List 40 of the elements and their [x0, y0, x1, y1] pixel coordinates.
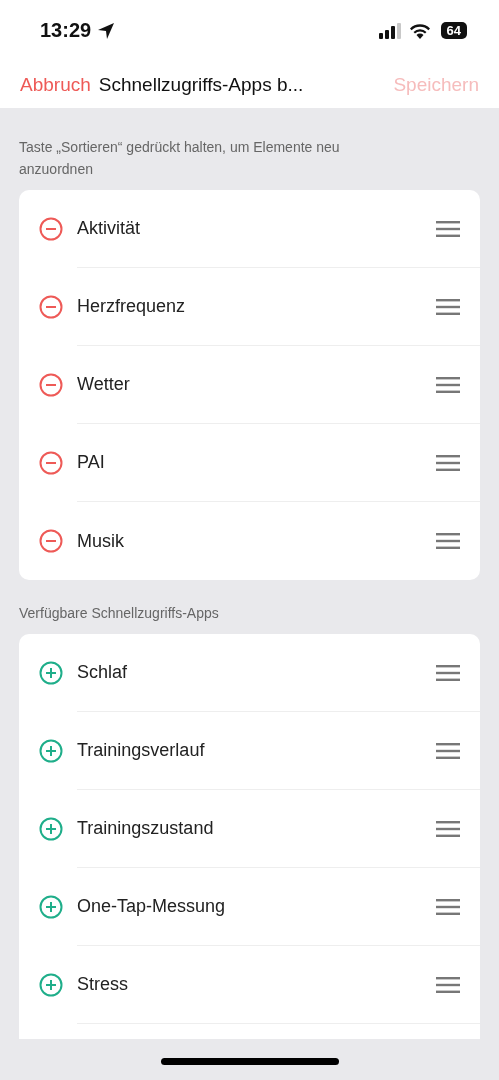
drag-handle-icon[interactable]: [436, 664, 460, 681]
drag-handle-icon[interactable]: [436, 220, 460, 237]
remove-icon[interactable]: [39, 295, 63, 320]
drag-handle-icon[interactable]: [436, 742, 460, 759]
app-name: Trainingsverlauf: [77, 740, 206, 762]
drag-handle-icon[interactable]: [436, 298, 460, 315]
app-name: PAI: [77, 452, 106, 474]
app-name: Wetter: [77, 374, 131, 396]
drag-handle-icon[interactable]: [436, 976, 460, 993]
app-name: Stress: [77, 974, 129, 996]
app-name: Aktivität: [77, 218, 142, 240]
section-caption: Taste „Sortieren“ gedrückt halten, um Elemente neu anzuordnen: [19, 138, 341, 180]
remove-icon[interactable]: [39, 529, 63, 554]
app-name: One-Tap-Messung: [77, 896, 227, 918]
remove-icon[interactable]: [39, 217, 63, 242]
page-title: Schnellzugriffs-Apps b...: [98, 73, 305, 96]
remove-icon[interactable]: [39, 373, 63, 398]
signal-icon: [378, 22, 403, 39]
battery-level: 64: [440, 22, 467, 40]
add-icon[interactable]: [39, 817, 63, 842]
add-icon[interactable]: [39, 739, 63, 764]
home-indicator[interactable]: [160, 1058, 339, 1066]
app-name: Musik: [77, 530, 125, 552]
wifi-icon: [408, 22, 431, 39]
add-icon[interactable]: [39, 973, 63, 998]
section-caption: Verfügbare Schnellzugriffs-Apps: [19, 604, 220, 624]
drag-handle-icon[interactable]: [436, 454, 460, 471]
remove-icon[interactable]: [39, 451, 63, 476]
status-time: 13:29: [40, 19, 92, 43]
cancel-button[interactable]: Abbruch: [20, 73, 91, 96]
app-name: Schlaf: [77, 662, 129, 684]
add-icon[interactable]: [39, 661, 63, 686]
add-icon[interactable]: [39, 895, 63, 920]
drag-handle-icon[interactable]: [436, 533, 460, 550]
app-name: Trainingszustand: [77, 818, 215, 840]
drag-handle-icon[interactable]: [436, 898, 460, 915]
drag-handle-icon[interactable]: [436, 376, 460, 393]
location-arrow-icon: [97, 21, 116, 40]
drag-handle-icon[interactable]: [436, 820, 460, 837]
app-name: Herzfrequenz: [77, 296, 187, 318]
